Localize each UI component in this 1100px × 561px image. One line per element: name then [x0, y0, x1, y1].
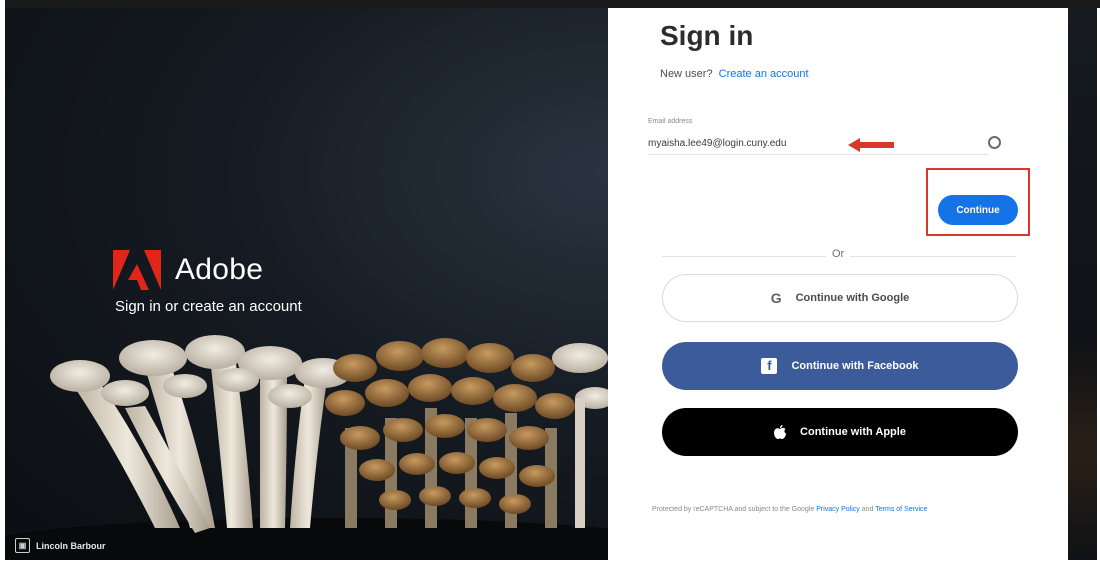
- legal-prefix: Protected by reCAPTCHA and subject to th…: [652, 506, 815, 513]
- adobe-logo-icon: [113, 250, 161, 290]
- background-photo-edge: [1068, 8, 1097, 560]
- continue-with-google-button[interactable]: G Continue with Google: [662, 274, 1018, 322]
- window-top-edge: [0, 0, 1100, 8]
- camera-icon: ▣: [15, 538, 30, 553]
- or-text: Or: [826, 248, 851, 260]
- account-circle-icon[interactable]: [988, 136, 1001, 149]
- new-user-line: New user? Create an account: [660, 68, 809, 80]
- brand-tagline: Sign in or create an account: [115, 298, 302, 315]
- continue-button[interactable]: Continue: [938, 195, 1018, 225]
- apple-icon: [774, 425, 787, 439]
- email-field[interactable]: [648, 132, 988, 155]
- red-arrow-icon: [848, 138, 894, 152]
- signin-title: Sign in: [660, 20, 754, 51]
- legal-and: and: [861, 506, 874, 513]
- continue-with-apple-button[interactable]: Continue with Apple: [662, 408, 1018, 456]
- photo-credit: ▣ Lincoln Barbour: [15, 538, 106, 553]
- google-g-icon: G: [770, 290, 782, 306]
- photo-credit-text: Lincoln Barbour: [36, 540, 106, 551]
- brand-name: Adobe: [175, 253, 264, 286]
- new-user-text: New user?: [660, 68, 713, 80]
- terms-of-service-link[interactable]: Terms of Service: [875, 506, 927, 513]
- signin-panel: Sign in New user? Create an account Emai…: [608, 8, 1068, 560]
- facebook-f-icon: f: [761, 358, 778, 374]
- signin-page: Adobe Sign in or create an account ▣ Lin…: [5, 8, 1097, 560]
- brand-block: Adobe: [113, 250, 263, 290]
- continue-with-facebook-button[interactable]: f Continue with Facebook: [662, 342, 1018, 390]
- apple-button-label: Continue with Apple: [800, 426, 906, 438]
- create-account-link[interactable]: Create an account: [719, 68, 809, 80]
- google-button-label: Continue with Google: [795, 292, 910, 304]
- legal-text: Protected by reCAPTCHA and subject to th…: [652, 502, 1022, 518]
- email-label: Email address: [648, 118, 693, 125]
- privacy-policy-link[interactable]: Privacy Policy: [816, 506, 860, 513]
- facebook-button-label: Continue with Facebook: [791, 360, 919, 372]
